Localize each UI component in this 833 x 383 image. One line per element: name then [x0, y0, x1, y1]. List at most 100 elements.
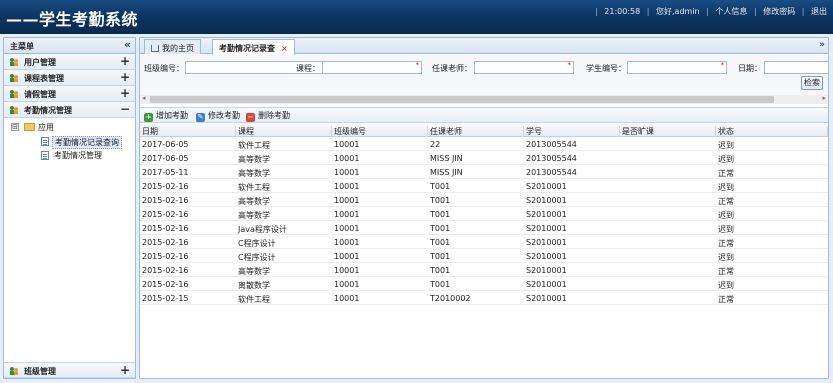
collapse-section-icon[interactable]: − [120, 102, 130, 116]
sidebar-section-schedule[interactable]: 课程表管理 + [4, 70, 135, 86]
table-row[interactable]: 2015-02-16 离散数学 10001 T001 S2010001 迟到 [140, 277, 828, 291]
table-cell: 迟到 [718, 155, 734, 164]
table-row[interactable]: 2015-02-16 C程序设计 10001 T001 S2010001 迟到 [140, 249, 828, 263]
table-cell: 10001 [334, 182, 360, 191]
table-cell: 2015-02-16 [142, 196, 189, 205]
table-cell: S2010001 [526, 266, 567, 275]
personal-info-link[interactable]: 个人信息 [715, 7, 747, 16]
table-cell: 正常 [718, 267, 734, 276]
table-row[interactable]: 2015-02-16 高等数学 10001 T001 S2010001 迟到 [140, 207, 828, 221]
change-password-link[interactable]: 修改密码 [763, 7, 795, 16]
table-cell: T001 [430, 266, 451, 275]
add-attendance-button[interactable]: + 增加考勤 [144, 110, 188, 122]
table-row[interactable]: 2015-02-16 Java程序设计 10001 T001 S2010001 迟到 [140, 221, 828, 235]
column-header[interactable]: 班级编号 [332, 126, 428, 137]
sidebar-section-leave[interactable]: 请假管理 + [4, 86, 135, 102]
sidebar-section-class[interactable]: 班级管理 + [4, 362, 135, 378]
class-label: 班级编号： [144, 64, 184, 73]
logout-link[interactable]: 退出 [811, 7, 827, 16]
table-row[interactable]: 2015-02-16 高等数学 10001 T001 S2010001 正常 [140, 193, 828, 207]
edit-attendance-button[interactable]: ✎ 修改考勤 [196, 110, 240, 122]
table-cell: C程序设计 [238, 253, 276, 262]
sidebar-section-user[interactable]: 用户管理 + [4, 54, 135, 70]
tree-toggle-icon[interactable]: ⊟ [11, 123, 19, 131]
table-cell: S2010001 [526, 294, 567, 303]
tree-root-label[interactable]: 应用 [38, 122, 54, 133]
table-cell: 软件工程 [238, 183, 270, 192]
table-cell: 迟到 [718, 253, 734, 262]
tree-item-attendance-manage[interactable]: 考勤情况管理 [54, 150, 102, 161]
delete-icon: − [246, 113, 255, 122]
table-row[interactable]: 2015-02-16 高等数学 10001 T001 S2010001 正常 [140, 263, 828, 277]
teacher-input[interactable]: * [474, 61, 574, 74]
table-cell: 10001 [334, 280, 360, 289]
edit-icon: ✎ [196, 113, 205, 122]
tab-home[interactable]: 我的主页 [144, 39, 201, 54]
table-row[interactable]: 2015-02-15 软件工程 10001 T2010002 S2010001 正常 [140, 291, 828, 305]
table-row[interactable]: 2015-02-16 软件工程 10001 T001 S2010001 迟到 [140, 179, 828, 193]
column-header[interactable]: 学号 [524, 126, 620, 137]
tab-label: 我的主页 [162, 44, 194, 53]
table-cell: T2010002 [430, 294, 471, 303]
delete-attendance-button[interactable]: − 删除考勤 [246, 110, 290, 122]
collapse-icon[interactable]: « [124, 38, 131, 51]
tabs-menu-icon[interactable]: » [819, 40, 825, 50]
scroll-right-icon[interactable]: ▸ [822, 94, 826, 102]
table-row[interactable]: 2015-02-16 C程序设计 10001 T001 S2010001 正常 [140, 235, 828, 249]
main-panel: 我的主页 考勤情况记录查 × » 班级编号： * 课程： * 任课老师： * 学生… [139, 37, 829, 379]
table-cell: 10001 [334, 266, 360, 275]
horizontal-scrollbar[interactable]: ◂ ▸ [140, 94, 828, 104]
tab-strip: 我的主页 考勤情况记录查 × » [140, 38, 828, 55]
table-cell: 2015-02-16 [142, 266, 189, 275]
table-cell: 10001 [334, 238, 360, 247]
table-cell: 2013005544 [526, 168, 577, 177]
document-icon [41, 137, 49, 146]
column-header[interactable]: 课程 [236, 126, 332, 137]
column-header[interactable]: 日期 [140, 126, 236, 137]
date-input[interactable] [764, 61, 828, 74]
expand-icon[interactable]: + [120, 86, 130, 100]
table-cell: C程序设计 [238, 239, 276, 248]
home-icon [151, 45, 159, 52]
people-icon [10, 90, 18, 98]
people-icon [10, 106, 18, 114]
attendance-tree: ⊟ 应用 考勤情况记录查询 考勤情况管理 [4, 118, 135, 338]
sidebar-section-label: 班级管理 [24, 367, 56, 376]
tab-label: 考勤情况记录查 [219, 44, 275, 53]
sidebar-section-label: 用户管理 [24, 58, 56, 67]
table-cell: 10001 [334, 196, 360, 205]
expand-icon[interactable]: + [120, 70, 130, 84]
tree-item-attendance-query[interactable]: 考勤情况记录查询 [52, 136, 122, 149]
column-header[interactable]: 是否旷课 [620, 126, 716, 137]
scroll-left-icon[interactable]: ◂ [142, 94, 146, 102]
student-input[interactable]: * [627, 61, 727, 74]
table-row[interactable]: 2017-06-05 软件工程 10001 22 2013005544 迟到 [140, 137, 828, 151]
folder-icon [24, 123, 35, 131]
table-cell: 迟到 [718, 225, 734, 234]
table-row[interactable]: 2017-06-05 高等数学 10001 MISS JIN 2013005544 迟到 [140, 151, 828, 165]
column-header[interactable]: 任课老师 [428, 126, 524, 137]
table-row[interactable]: 2017-05-11 高等数学 10001 MISS JIN 2013005544 正常 [140, 165, 828, 179]
table-cell: T001 [430, 182, 451, 191]
expand-icon[interactable]: + [120, 363, 130, 377]
close-icon[interactable]: × [281, 44, 288, 53]
button-label: 删除考勤 [258, 111, 290, 120]
document-icon [41, 151, 49, 160]
sidebar-title: 主菜单 [10, 42, 34, 51]
scroll-thumb[interactable] [150, 96, 774, 103]
table-cell: S2010001 [526, 238, 567, 247]
column-header[interactable]: 状态 [716, 126, 828, 137]
table-cell: 高等数学 [238, 197, 270, 206]
attendance-grid: 日期 课程 班级编号 任课老师 学号 是否旷课 状态 2017-06-05 软件工程 10001… [140, 124, 828, 305]
table-cell: 2015-02-16 [142, 252, 189, 261]
table-cell: 高等数学 [238, 267, 270, 276]
search-button[interactable]: 检索 [801, 76, 823, 90]
expand-icon[interactable]: + [120, 54, 130, 68]
add-icon: + [144, 113, 153, 122]
sidebar-section-attendance[interactable]: 考勤情况管理 − [4, 102, 135, 118]
table-cell: 2013005544 [526, 140, 577, 149]
table-cell: T001 [430, 280, 451, 289]
app-header: ——学生考勤系统 | 21:00:58 | 您好,admin | 个人信息 | … [0, 0, 833, 34]
tab-attendance-query[interactable]: 考勤情况记录查 × [212, 39, 295, 55]
course-input[interactable]: * [322, 61, 422, 74]
